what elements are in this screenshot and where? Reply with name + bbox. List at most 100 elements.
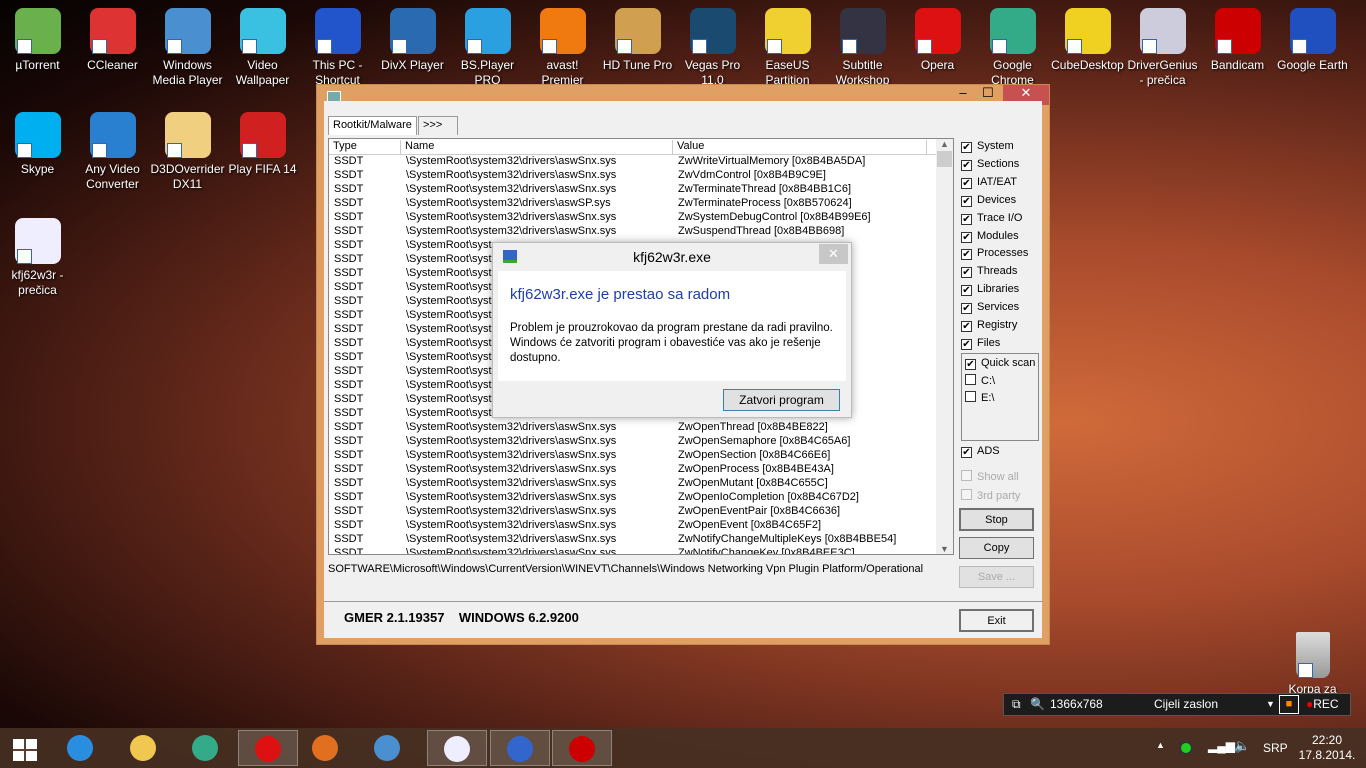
internet-explorer-icon[interactable]: [55, 730, 105, 766]
ads-checkbox[interactable]: ✔ ADS: [961, 445, 1000, 459]
cell-value: ZwOpenSection [0x8B4C66E6]: [678, 449, 831, 461]
table-row[interactable]: SSDT \SystemRoot\system32\drivers\aswSnx.…: [329, 519, 953, 533]
drive-checkbox[interactable]: E:\: [965, 391, 994, 405]
desktop-icon[interactable]: kfj62w3r - prečica: [0, 218, 75, 298]
scroll-thumb[interactable]: [937, 151, 952, 167]
cell-type: SSDT: [334, 183, 364, 195]
option-checkbox[interactable]: ✔ System: [961, 140, 1014, 154]
movie-maker-icon[interactable]: [300, 730, 350, 766]
show-hidden-icons[interactable]: ▲: [1156, 740, 1165, 750]
chrome-icon[interactable]: [180, 730, 230, 766]
desktop-icon[interactable]: µTorrent: [0, 8, 75, 73]
language-indicator[interactable]: SRP: [1263, 741, 1288, 755]
desktop-icon[interactable]: Vegas Pro 11.0: [675, 8, 750, 88]
capture-mode-select[interactable]: Cijeli zaslon: [1154, 694, 1218, 715]
table-row[interactable]: SSDT \SystemRoot\system32\drivers\aswSnx.…: [329, 169, 953, 183]
desktop-icon[interactable]: This PC - Shortcut: [300, 8, 375, 88]
option-checkbox[interactable]: ✔ Threads: [961, 265, 1017, 279]
desktop-icon-label: Play FIFA 14: [228, 162, 297, 176]
window-mode-icon[interactable]: ⧉: [1012, 694, 1021, 715]
file-explorer-icon[interactable]: [118, 730, 168, 766]
dialog-close-button[interactable]: ✕: [819, 244, 848, 264]
desktop-icon[interactable]: Google Earth: [1275, 8, 1350, 73]
desktop-icon[interactable]: Video Wallpaper: [225, 8, 300, 88]
desktop-icon[interactable]: Bandicam: [1200, 8, 1275, 73]
copy-button[interactable]: Copy: [959, 537, 1034, 559]
option-checkbox[interactable]: ✔ Services: [961, 301, 1019, 315]
tab-more[interactable]: >>>: [418, 116, 458, 135]
table-row[interactable]: SSDT \SystemRoot\system32\drivers\aswSnx.…: [329, 533, 953, 547]
option-checkbox[interactable]: ✔ Trace I/O: [961, 212, 1022, 226]
desktop-icon[interactable]: D3DOverrider DX11: [150, 112, 225, 192]
table-row[interactable]: SSDT \SystemRoot\system32\drivers\aswSnx.…: [329, 477, 953, 491]
recycle-bin[interactable]: Korpa za: [1275, 632, 1350, 697]
gmer-taskbar-icon[interactable]: [427, 730, 487, 766]
desktop-icon[interactable]: avast! Premier: [525, 8, 600, 88]
table-row[interactable]: SSDT \SystemRoot\system32\drivers\aswSnx.…: [329, 211, 953, 225]
desktop-icon[interactable]: Google Chrome: [975, 8, 1050, 88]
desktop-icon[interactable]: Any Video Converter: [75, 112, 150, 192]
stop-button[interactable]: Stop: [959, 508, 1034, 531]
column-name[interactable]: Name: [401, 140, 673, 155]
table-row[interactable]: SSDT \SystemRoot\system32\drivers\aswSnx.…: [329, 421, 953, 435]
table-row[interactable]: SSDT \SystemRoot\system32\drivers\aswSnx.…: [329, 491, 953, 505]
opera-icon[interactable]: [238, 730, 298, 766]
network-icon[interactable]: ▂▄▆: [1208, 739, 1235, 753]
table-row[interactable]: SSDT \SystemRoot\system32\drivers\aswSnx.…: [329, 435, 953, 449]
rec-button[interactable]: ●REC: [1306, 694, 1339, 715]
drive-checkbox[interactable]: C:\: [965, 374, 995, 388]
show-all-checkbox[interactable]: Show all: [961, 470, 1019, 484]
status-green-icon[interactable]: [1179, 741, 1193, 755]
table-row[interactable]: SSDT \SystemRoot\system32\drivers\aswSnx.…: [329, 449, 953, 463]
table-row[interactable]: SSDT \SystemRoot\system32\drivers\aswSP.s…: [329, 197, 953, 211]
option-checkbox[interactable]: ✔ Files: [961, 337, 1000, 351]
table-row[interactable]: SSDT \SystemRoot\system32\drivers\aswSnx.…: [329, 505, 953, 519]
table-row[interactable]: SSDT \SystemRoot\system32\drivers\aswSnx.…: [329, 463, 953, 477]
third-party-checkbox[interactable]: 3rd party: [961, 489, 1020, 503]
option-checkbox[interactable]: ✔ Sections: [961, 158, 1019, 172]
desktop-icon[interactable]: Subtitle Workshop: [825, 8, 900, 88]
option-checkbox[interactable]: ✔ Registry: [961, 319, 1017, 333]
drive-checkbox[interactable]: ✔ Quick scan: [965, 357, 1035, 371]
desktop-icon[interactable]: Play FIFA 14: [225, 112, 300, 177]
column-value[interactable]: Value: [673, 140, 927, 155]
desktop-icon[interactable]: Windows Media Player: [150, 8, 225, 88]
tab-rootkit-malware[interactable]: Rootkit/Malware: [328, 116, 417, 135]
column-type[interactable]: Type: [329, 140, 401, 155]
desktop-icon[interactable]: DriverGenius - prečica: [1125, 8, 1200, 88]
bandicam-taskbar-icon[interactable]: [552, 730, 612, 766]
volume-icon[interactable]: 🔈: [1234, 738, 1250, 754]
search-icon[interactable]: 🔍: [1030, 694, 1045, 715]
clock[interactable]: 22:20 17.8.2014.: [1296, 733, 1358, 763]
option-checkbox[interactable]: ✔ Libraries: [961, 283, 1019, 297]
kfj62w3r-taskbar-icon[interactable]: [490, 730, 550, 766]
option-checkbox[interactable]: ✔ Processes: [961, 247, 1028, 261]
option-checkbox[interactable]: ✔ Modules: [961, 230, 1019, 244]
desktop-icon[interactable]: CubeDesktop: [1050, 8, 1125, 73]
table-row[interactable]: SSDT \SystemRoot\system32\drivers\aswSnx.…: [329, 225, 953, 239]
option-checkbox[interactable]: ✔ IAT/EAT: [961, 176, 1017, 190]
cell-name: \SystemRoot\syst: [406, 393, 492, 405]
media-player-icon[interactable]: [362, 730, 412, 766]
vertical-scrollbar[interactable]: ▲ ▼: [936, 139, 953, 554]
desktop-icon[interactable]: BS.Player PRO: [450, 8, 525, 88]
desktop-icon[interactable]: Opera: [900, 8, 975, 73]
table-row[interactable]: SSDT \SystemRoot\system32\drivers\aswSnx.…: [329, 547, 953, 554]
desktop-icon[interactable]: DivX Player: [375, 8, 450, 73]
desktop-icon[interactable]: Skype: [0, 112, 75, 177]
app-icon: [89, 112, 136, 158]
option-checkbox[interactable]: ✔ Devices: [961, 194, 1016, 208]
desktop-icon[interactable]: EaseUS Partition: [750, 8, 825, 88]
camera-icon[interactable]: ■: [1279, 695, 1299, 714]
table-row[interactable]: SSDT \SystemRoot\system32\drivers\aswSnx.…: [329, 183, 953, 197]
table-row[interactable]: SSDT \SystemRoot\system32\drivers\aswSnx.…: [329, 155, 953, 169]
close-program-button[interactable]: Zatvori program: [723, 389, 840, 411]
chevron-down-icon[interactable]: ▼: [1266, 694, 1275, 715]
cell-name: \SystemRoot\system32\drivers\aswSnx.sys: [406, 155, 617, 167]
desktop-icon[interactable]: HD Tune Pro: [600, 8, 675, 73]
exit-button[interactable]: Exit: [959, 609, 1034, 632]
start-button[interactable]: [0, 730, 50, 766]
desktop-icon[interactable]: CCleaner: [75, 8, 150, 73]
save-button[interactable]: Save ...: [959, 566, 1034, 588]
option-label: Modules: [977, 229, 1019, 242]
